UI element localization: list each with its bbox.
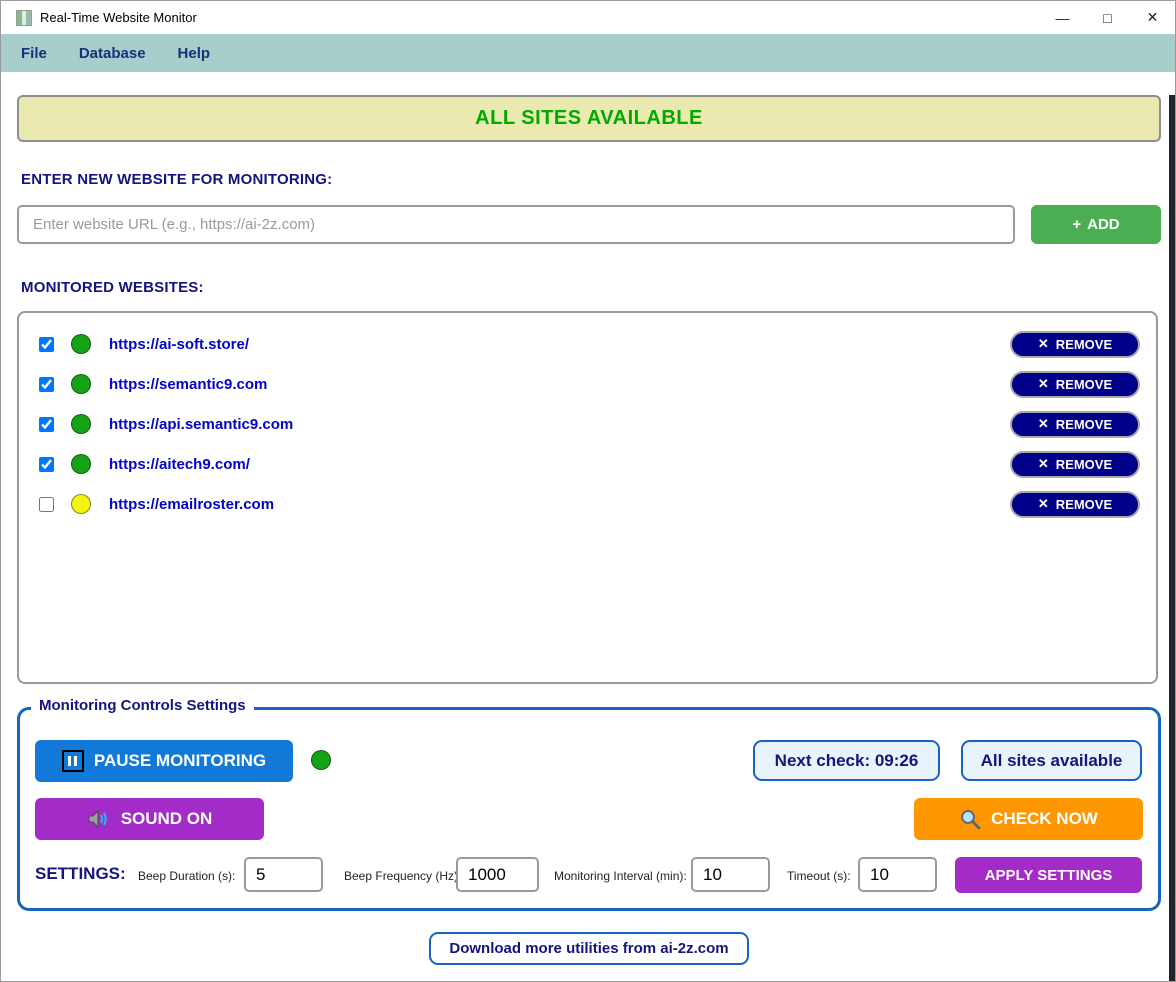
remove-button-label: REMOVE xyxy=(1056,497,1112,512)
menu-help[interactable]: Help xyxy=(178,45,211,62)
monitoring-active-dot xyxy=(311,750,331,770)
site-url: https://ai-soft.store/ xyxy=(109,336,249,353)
site-checkbox[interactable] xyxy=(39,497,54,512)
status-circle xyxy=(71,414,91,434)
check-now-button[interactable]: CHECK NOW xyxy=(914,798,1143,840)
download-utilities-label: Download more utilities from ai-2z.com xyxy=(449,940,728,957)
app-icon xyxy=(16,10,32,26)
pause-icon xyxy=(62,750,84,772)
beep-frequency-label: Beep Frequency (Hz): xyxy=(344,869,461,883)
site-url: https://aitech9.com/ xyxy=(109,456,250,473)
pause-monitoring-button[interactable]: PAUSE MONITORING xyxy=(35,740,293,782)
next-check-pill: Next check: 09:26 xyxy=(753,740,940,781)
site-row: https://semantic9.com ✕ REMOVE xyxy=(19,364,1156,404)
monitoring-interval-input[interactable] xyxy=(691,857,770,892)
site-row: https://aitech9.com/ ✕ REMOVE xyxy=(19,444,1156,484)
sound-button-label: SOUND ON xyxy=(121,809,213,829)
timeout-input[interactable] xyxy=(858,857,937,892)
site-row: https://api.semantic9.com ✕ REMOVE xyxy=(19,404,1156,444)
remove-button-label: REMOVE xyxy=(1056,417,1112,432)
site-url: https://emailroster.com xyxy=(109,496,274,513)
status-circle xyxy=(71,494,91,514)
site-checkbox[interactable] xyxy=(39,377,54,392)
website-url-input[interactable] xyxy=(17,205,1015,244)
remove-button[interactable]: ✕ REMOVE xyxy=(1010,331,1140,358)
add-button[interactable]: + ADD xyxy=(1031,205,1161,244)
window-title: Real-Time Website Monitor xyxy=(40,10,197,25)
timeout-label: Timeout (s): xyxy=(787,869,851,883)
remove-button[interactable]: ✕ REMOVE xyxy=(1010,451,1140,478)
minimize-icon[interactable]: — xyxy=(1040,1,1085,34)
add-button-label: ADD xyxy=(1087,216,1120,233)
menu-bar: File Database Help xyxy=(1,34,1175,72)
menu-database[interactable]: Database xyxy=(79,45,146,62)
remove-button[interactable]: ✕ REMOVE xyxy=(1010,411,1140,438)
remove-x-icon: ✕ xyxy=(1038,336,1049,352)
window-controls: — □ ✕ xyxy=(1040,1,1175,34)
apply-settings-label: APPLY SETTINGS xyxy=(985,867,1113,884)
site-row: https://emailroster.com ✕ REMOVE xyxy=(19,484,1156,524)
monitoring-controls-legend: Monitoring Controls Settings xyxy=(31,697,254,714)
beep-duration-label: Beep Duration (s): xyxy=(138,869,235,883)
window-right-edge xyxy=(1169,95,1175,981)
enter-website-label: ENTER NEW WEBSITE FOR MONITORING: xyxy=(21,171,332,188)
status-banner-text: ALL SITES AVAILABLE xyxy=(475,107,703,130)
remove-x-icon: ✕ xyxy=(1038,376,1049,392)
beep-duration-input[interactable] xyxy=(244,857,323,892)
app-window: Real-Time Website Monitor — □ ✕ File Dat… xyxy=(0,0,1176,982)
next-check-label: Next check: 09:26 xyxy=(775,751,919,771)
site-checkbox[interactable] xyxy=(39,417,54,432)
site-url: https://api.semantic9.com xyxy=(109,416,293,433)
remove-button[interactable]: ✕ REMOVE xyxy=(1010,371,1140,398)
status-banner: ALL SITES AVAILABLE xyxy=(17,95,1161,142)
status-circle xyxy=(71,334,91,354)
beep-frequency-input[interactable] xyxy=(456,857,539,892)
close-icon[interactable]: ✕ xyxy=(1130,1,1175,34)
status-circle xyxy=(71,374,91,394)
title-bar: Real-Time Website Monitor — □ ✕ xyxy=(1,1,1175,34)
site-row: https://ai-soft.store/ ✕ REMOVE xyxy=(19,324,1156,364)
site-url: https://semantic9.com xyxy=(109,376,267,393)
site-checkbox[interactable] xyxy=(39,337,54,352)
remove-button-label: REMOVE xyxy=(1056,337,1112,352)
remove-button-label: REMOVE xyxy=(1056,457,1112,472)
remove-x-icon: ✕ xyxy=(1038,456,1049,472)
sound-toggle-button[interactable]: SOUND ON xyxy=(35,798,264,840)
download-utilities-button[interactable]: Download more utilities from ai-2z.com xyxy=(429,932,749,965)
check-now-label: CHECK NOW xyxy=(991,809,1098,829)
remove-x-icon: ✕ xyxy=(1038,416,1049,432)
sites-status-pill: All sites available xyxy=(961,740,1142,781)
site-checkbox[interactable] xyxy=(39,457,54,472)
sites-status-label: All sites available xyxy=(981,751,1123,771)
speaker-icon xyxy=(87,809,111,829)
pause-button-label: PAUSE MONITORING xyxy=(94,751,266,771)
magnifier-icon xyxy=(959,808,981,830)
monitored-websites-label: MONITORED WEBSITES: xyxy=(21,279,204,296)
remove-x-icon: ✕ xyxy=(1038,496,1049,512)
monitoring-interval-label: Monitoring Interval (min): xyxy=(554,869,687,883)
plus-icon: + xyxy=(1072,216,1081,233)
remove-button[interactable]: ✕ REMOVE xyxy=(1010,491,1140,518)
remove-button-label: REMOVE xyxy=(1056,377,1112,392)
settings-label: SETTINGS: xyxy=(35,864,126,884)
status-circle xyxy=(71,454,91,474)
site-list: https://ai-soft.store/ ✕ REMOVE https://… xyxy=(17,311,1158,684)
menu-file[interactable]: File xyxy=(21,45,47,62)
maximize-icon[interactable]: □ xyxy=(1085,1,1130,34)
apply-settings-button[interactable]: APPLY SETTINGS xyxy=(955,857,1142,893)
